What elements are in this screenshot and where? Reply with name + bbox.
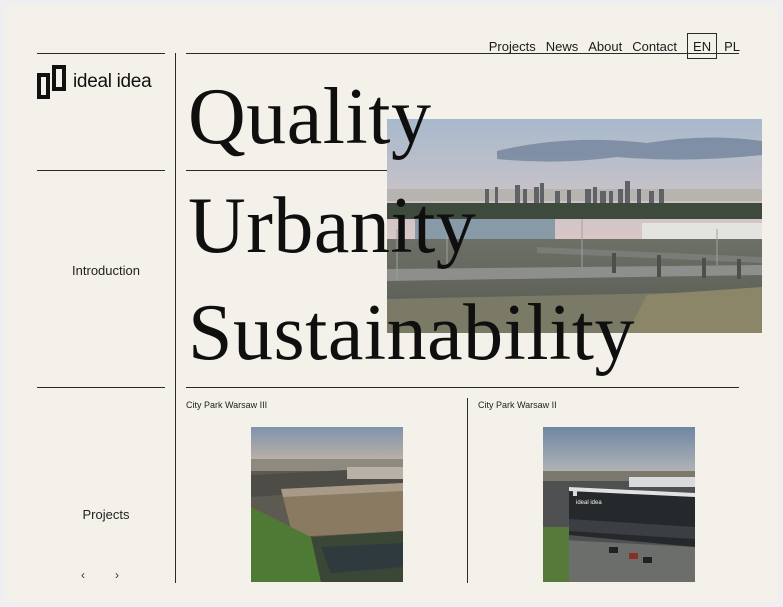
project-title-city-park-warsaw-ii[interactable]: City Park Warsaw II [478, 400, 557, 410]
content-bottom-rule [186, 387, 739, 388]
sidebar-rule-2 [37, 387, 165, 388]
brand-logo[interactable]: ideal idea [37, 65, 152, 99]
nav-link-projects[interactable]: Projects [489, 39, 536, 54]
sidebar-item-introduction[interactable]: Introduction [37, 263, 175, 278]
project-carousel-arrows: ‹ › [75, 568, 135, 582]
main-nav: Projects News About Contact EN PL [489, 33, 745, 59]
project-photo-warehouse-aerial [251, 427, 403, 582]
projects-divider [467, 398, 468, 583]
page: ideal idea Introduction Projects ‹ › Pro… [5, 5, 778, 602]
hero-word-sustainability: Sustainability [188, 289, 635, 377]
nav-link-about[interactable]: About [588, 39, 622, 54]
sidebar-rule-1 [37, 170, 165, 171]
language-switcher: EN PL [687, 33, 745, 59]
sidebar-divider [175, 53, 176, 583]
chevron-right-icon[interactable]: › [115, 568, 119, 582]
language-en-button[interactable]: EN [687, 33, 718, 59]
brand-name: ideal idea [73, 71, 152, 92]
hero-mid-rule [186, 170, 387, 171]
building-sign: ideal idea [576, 500, 602, 506]
sidebar-top-rule [37, 53, 165, 54]
chevron-left-icon[interactable]: ‹ [81, 568, 85, 582]
nav-link-news[interactable]: News [546, 39, 579, 54]
project-photo-office-building: ideal idea [543, 427, 695, 582]
project-title-city-park-warsaw-iii[interactable]: City Park Warsaw III [186, 400, 267, 410]
nav-link-contact[interactable]: Contact [632, 39, 677, 54]
ideal-idea-logo-icon [37, 65, 66, 99]
project-image-city-park-warsaw-iii[interactable] [251, 427, 403, 582]
hero-word-urbanity: Urbanity [188, 182, 477, 270]
project-image-city-park-warsaw-ii[interactable]: ideal idea [543, 427, 695, 582]
sidebar-item-projects[interactable]: Projects [37, 507, 175, 522]
language-pl-button[interactable]: PL [717, 33, 745, 59]
hero-word-quality: Quality [188, 73, 432, 161]
